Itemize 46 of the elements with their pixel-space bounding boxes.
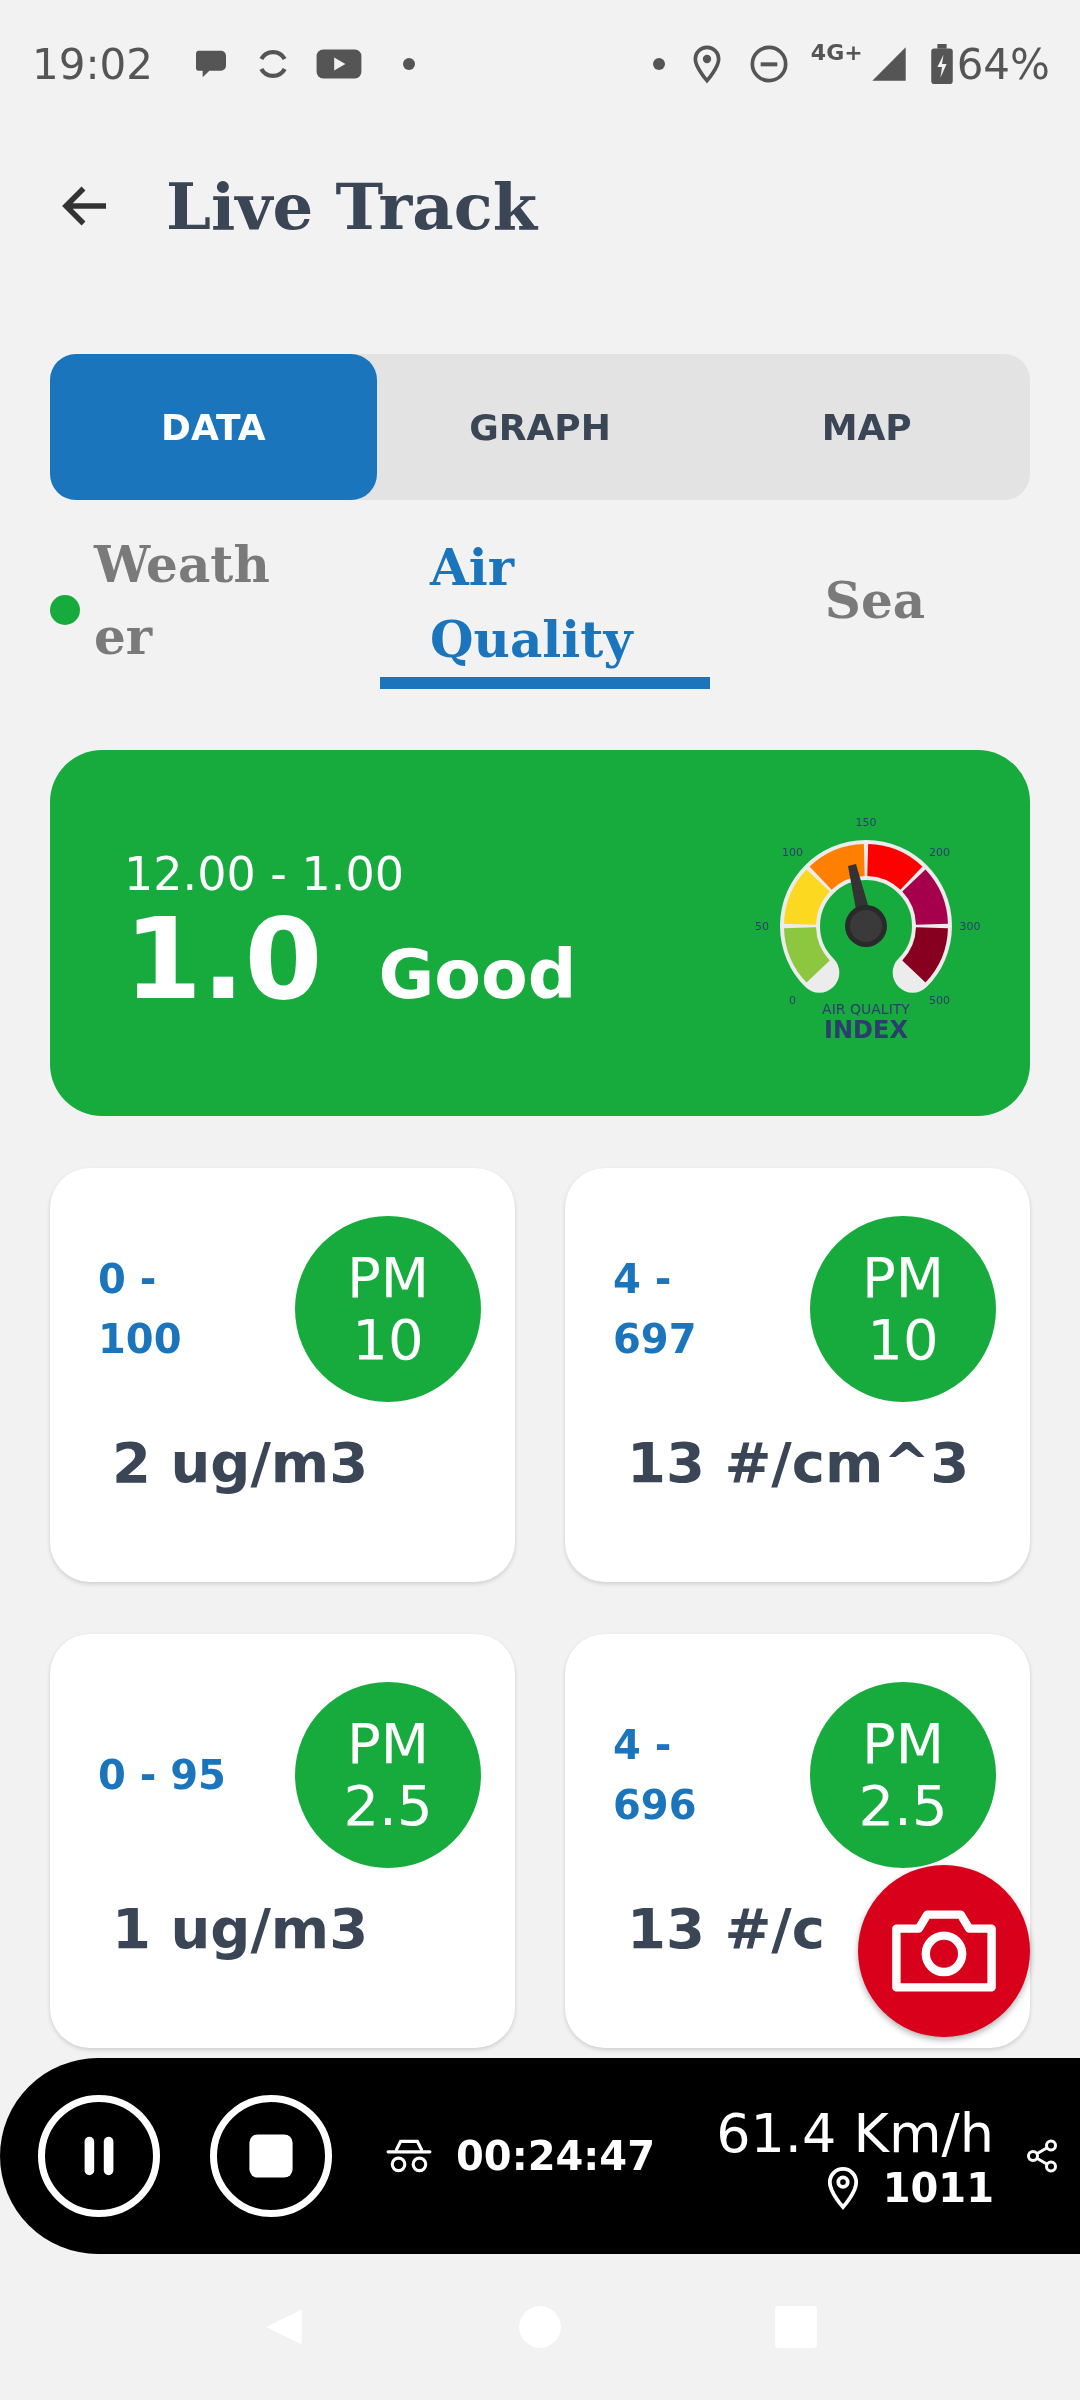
aqi-value: 1.0 xyxy=(124,901,323,1019)
gauge-tick-label: 100 xyxy=(781,846,803,860)
sensor-range: 4 - 697 xyxy=(613,1255,698,1364)
speed-reading: 61.4 Km/h xyxy=(716,2101,994,2165)
sensor-name: PM 10 xyxy=(860,1247,946,1371)
time-range: 12.00 - 1.00 xyxy=(124,847,405,902)
sensor-name: PM 10 xyxy=(345,1247,431,1371)
sensor-range: 0 - 100 xyxy=(98,1255,183,1364)
sensor-value: 13 #/c xyxy=(626,1896,825,1961)
gauge-tick-label: 50 xyxy=(755,920,769,933)
gauge-tick-label: 0 xyxy=(788,993,796,1007)
share-icon[interactable] xyxy=(1024,2138,1060,2174)
pause-button[interactable] xyxy=(38,2095,160,2217)
car-icon xyxy=(386,2137,432,2175)
battery-charging-icon xyxy=(930,44,953,84)
screen-title: Live Track xyxy=(166,168,537,244)
sensor-name: PM 2.5 xyxy=(857,1713,949,1837)
sensor-value: 1 ug/m3 xyxy=(111,1896,369,1961)
view-tab[interactable]: MAP xyxy=(703,354,1030,500)
notification-dot-icon xyxy=(403,58,416,70)
network-type: 4G+ xyxy=(810,40,863,65)
stop-button[interactable] xyxy=(210,2095,332,2217)
aqi-rating: Good xyxy=(378,935,577,1015)
stop-icon xyxy=(247,2132,295,2180)
do-not-disturb-icon xyxy=(748,44,789,84)
gauge-tick-label: 500 xyxy=(929,993,951,1007)
gauge-caption: INDEX xyxy=(824,1016,908,1044)
gauge-caption: AIR QUALITY xyxy=(822,1001,910,1017)
gauge-tick-label: 200 xyxy=(929,846,951,860)
battery-percent: 64% xyxy=(956,39,1050,89)
elapsed-time: 00:24:47 xyxy=(456,2133,655,2179)
sensor-name: PM 2.5 xyxy=(342,1713,434,1837)
notification-dot-icon xyxy=(652,58,665,70)
gauge-tick-label: 150 xyxy=(855,818,877,829)
view-tab[interactable]: DATA xyxy=(50,354,377,500)
sensor-value: 13 #/cm^3 xyxy=(626,1430,970,1495)
point-count: 1011 xyxy=(882,2164,994,2211)
gauge-tick-label: 300 xyxy=(959,920,981,933)
sensor-range: 0 - 95 xyxy=(98,1751,227,1800)
category-tab[interactable]: Air Quality xyxy=(380,531,710,689)
view-tab[interactable]: GRAPH xyxy=(376,354,704,500)
category-tab[interactable]: Weather xyxy=(94,528,279,692)
sensor-range: 4 - 696 xyxy=(613,1721,698,1830)
status-time: 19:02 xyxy=(32,39,154,89)
category-tab[interactable]: Sea xyxy=(824,564,926,656)
sensor-value: 2 ug/m3 xyxy=(111,1430,369,1495)
